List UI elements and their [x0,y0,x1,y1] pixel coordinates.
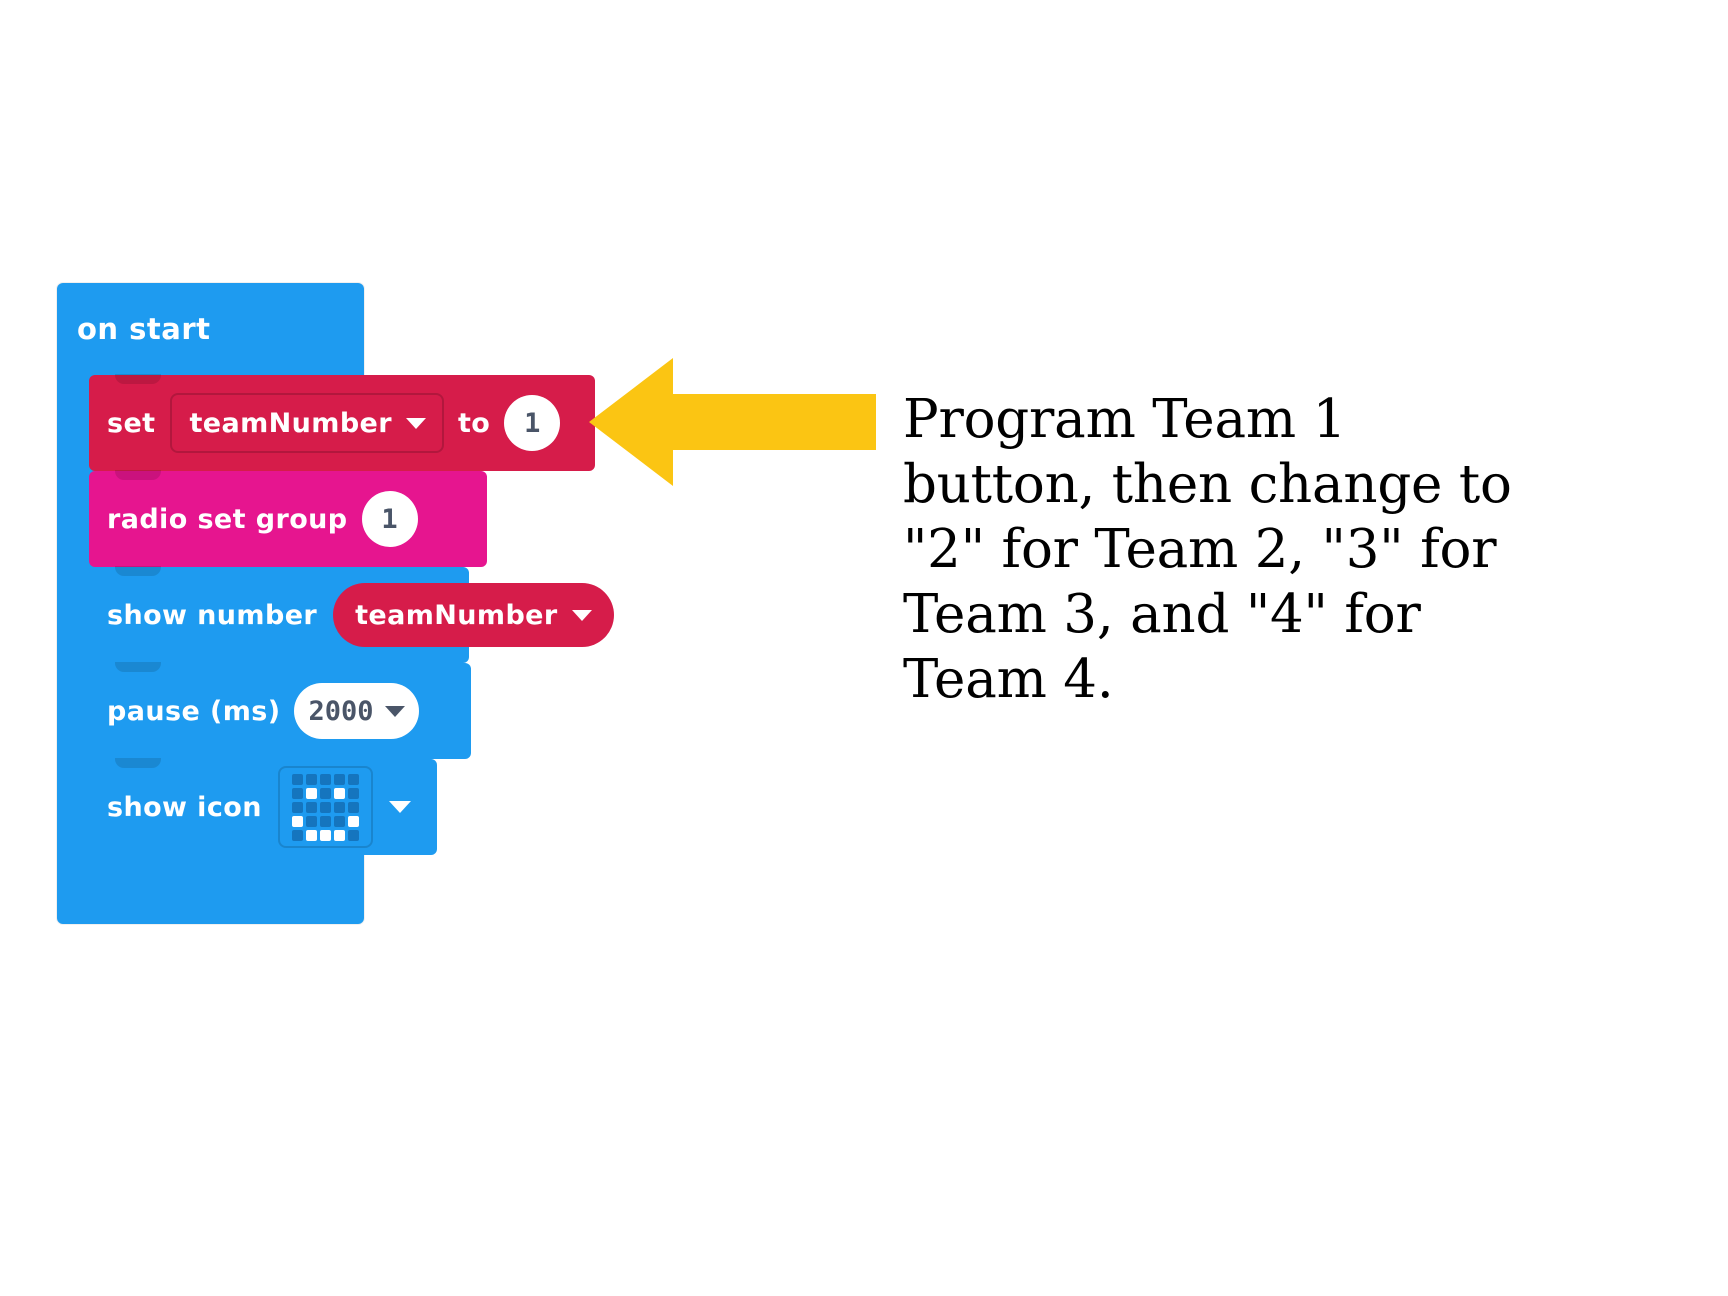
show-number-block[interactable]: show number teamNumber [89,566,614,663]
set-value-input[interactable]: 1 [504,395,561,451]
radio-group-value-text: 1 [381,503,398,535]
led-pixel-3-1 [305,815,317,827]
radio-set-group-label: radio set group [107,503,348,535]
led-pixel-1-4 [347,787,359,799]
led-pixel-0-1 [305,773,317,785]
led-pixel-2-4 [347,801,359,813]
left-arrow-icon [589,358,876,486]
on-start-label: on start [77,312,211,346]
led-pixel-2-1 [305,801,317,813]
show-number-label: show number [107,599,318,631]
to-label: to [457,407,491,439]
led-pixel-4-2 [319,829,331,841]
led-pixel-1-0 [291,787,303,799]
chevron-down-icon [571,609,592,621]
pause-block[interactable]: pause (ms) 2000 [89,662,471,759]
led-pixel-0-4 [347,773,359,785]
led-pixel-3-2 [319,815,331,827]
variable-reporter-teamnumber[interactable]: teamNumber [333,583,614,647]
left-arrow-annotation [589,352,876,492]
led-pixel-4-0 [291,829,303,841]
set-value-text: 1 [524,407,541,439]
chevron-down-icon [388,801,411,813]
led-pixel-0-0 [291,773,303,785]
block-notch [115,374,161,384]
led-pixel-2-2 [319,801,331,813]
led-pixel-3-4 [347,815,359,827]
led-pixel-2-3 [333,801,345,813]
led-matrix-icon [291,773,359,841]
chevron-down-icon [405,417,426,429]
variable-dropdown-teamnumber[interactable]: teamNumber [169,393,444,453]
led-pixel-1-2 [319,787,331,799]
pause-duration-input[interactable]: 2000 [294,683,420,739]
pause-duration-text: 2000 [308,695,374,727]
set-variable-block[interactable]: set teamNumber to 1 [89,374,595,471]
led-pixel-0-2 [319,773,331,785]
chevron-down-icon [385,705,406,717]
blocks-workspace[interactable]: on start set teamNumber to 1 radio set g… [0,0,1728,1296]
led-pixel-4-1 [305,829,317,841]
block-notch [115,662,161,672]
icon-picker-field[interactable] [277,766,373,848]
set-label: set [107,407,156,439]
pause-label: pause (ms) [107,695,281,727]
led-pixel-0-3 [333,773,345,785]
radio-set-group-block[interactable]: radio set group 1 [89,470,487,567]
variable-name-label: teamNumber [189,407,392,439]
block-notch [115,566,161,576]
radio-group-input[interactable]: 1 [361,491,418,547]
show-icon-label: show icon [107,791,262,823]
block-notch [115,470,161,480]
led-pixel-2-0 [291,801,303,813]
show-icon-block[interactable]: show icon [89,758,437,855]
led-pixel-3-0 [291,815,303,827]
led-pixel-4-4 [347,829,359,841]
block-notch [115,758,161,768]
reporter-variable-label: teamNumber [355,599,558,631]
led-pixel-1-3 [333,787,345,799]
led-pixel-3-3 [333,815,345,827]
led-pixel-1-1 [305,787,317,799]
instruction-caption: Program Team 1 button, then change to "2… [903,389,1512,710]
led-pixel-4-3 [333,829,345,841]
